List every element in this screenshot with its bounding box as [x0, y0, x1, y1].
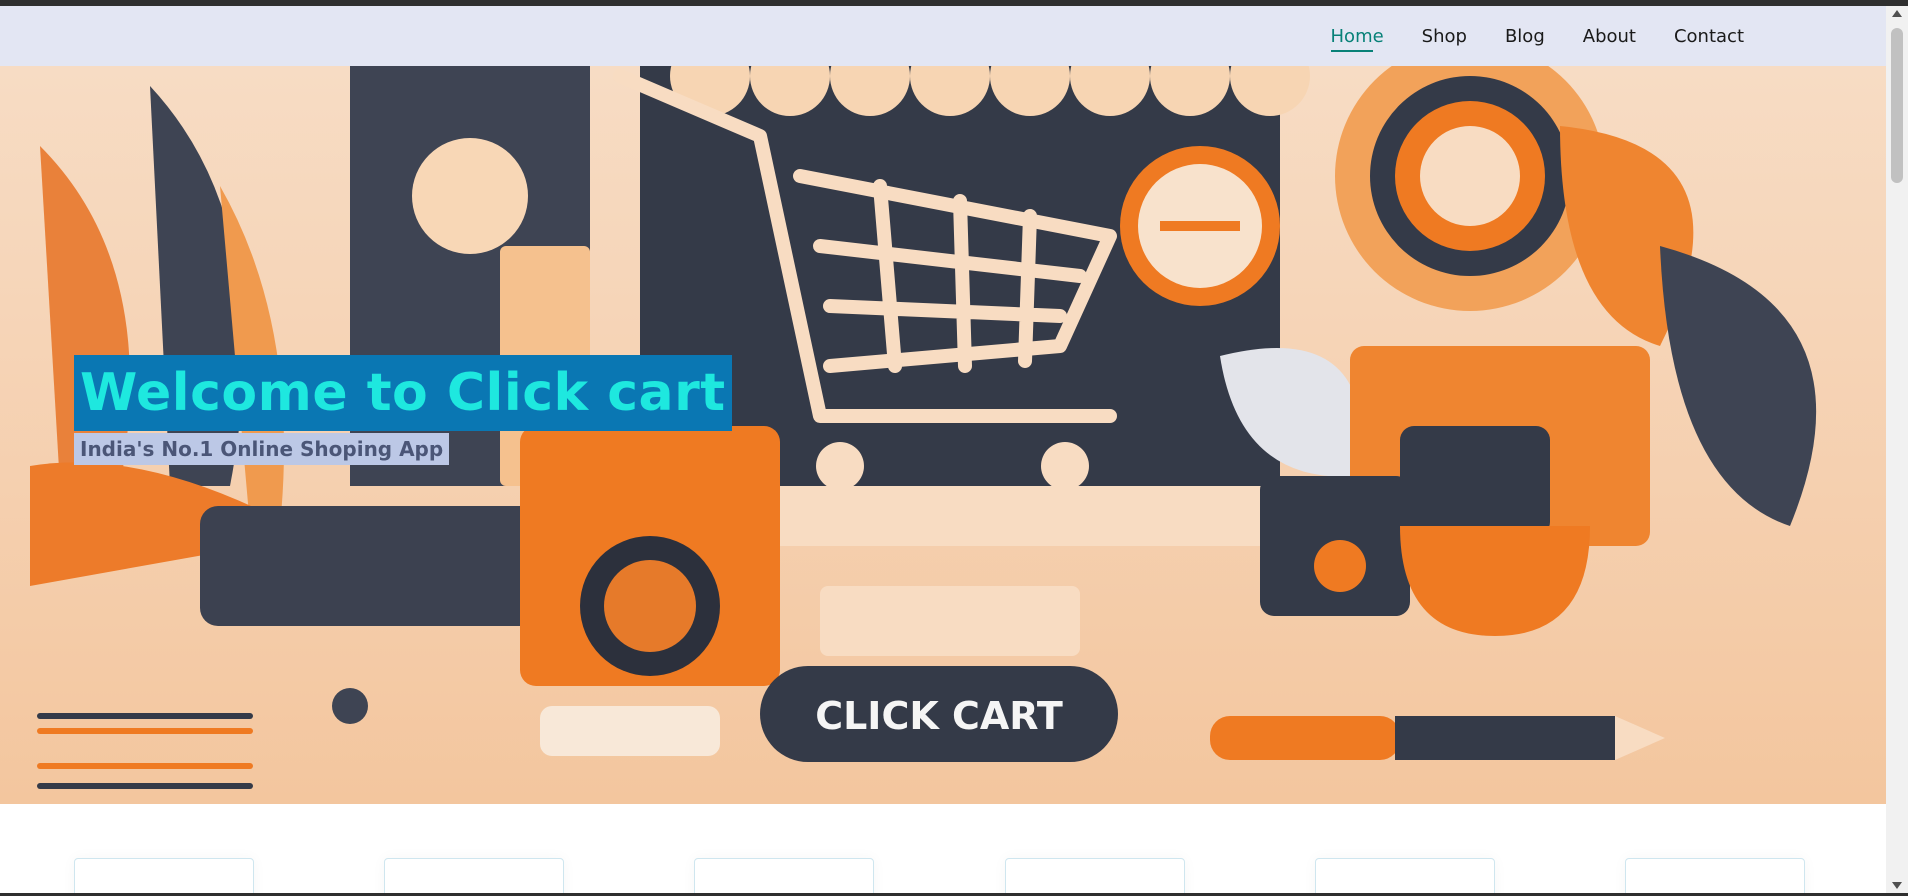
scroll-down-arrow-icon[interactable]: [1892, 882, 1902, 889]
nav-link-about[interactable]: About: [1583, 26, 1636, 47]
feature-section: [0, 804, 1886, 893]
hero-title: Welcome to Click cart: [74, 355, 732, 431]
hero-subtitle: India's No.1 Online Shoping App: [74, 433, 450, 465]
feature-card[interactable]: [1315, 858, 1495, 893]
hero-banner: CLICK CART Welcome to Click cart India's…: [0, 66, 1886, 804]
scrollbar-thumb[interactable]: [1891, 28, 1903, 183]
hero-badge-text: CLICK CART: [815, 694, 1063, 738]
feature-card[interactable]: [1625, 858, 1805, 893]
browser-viewport: Home Shop Blog About Contact CLICK CART …: [0, 6, 1886, 893]
hero-text: Welcome to Click cart India's No.1 Onlin…: [74, 355, 732, 465]
scroll-up-arrow-icon[interactable]: [1892, 10, 1902, 17]
feature-card[interactable]: [694, 858, 874, 893]
navbar: Home Shop Blog About Contact: [0, 6, 1886, 66]
nav-link-home[interactable]: Home: [1330, 26, 1384, 52]
nav-menu: Home Shop Blog About Contact: [1330, 6, 1744, 66]
feature-card[interactable]: [384, 858, 564, 893]
feature-card[interactable]: [1005, 858, 1185, 893]
vertical-scrollbar[interactable]: [1886, 6, 1908, 893]
nav-link-shop[interactable]: Shop: [1422, 26, 1467, 47]
nav-link-contact[interactable]: Contact: [1674, 26, 1744, 47]
feature-card[interactable]: [74, 858, 254, 893]
nav-link-blog[interactable]: Blog: [1505, 26, 1545, 47]
